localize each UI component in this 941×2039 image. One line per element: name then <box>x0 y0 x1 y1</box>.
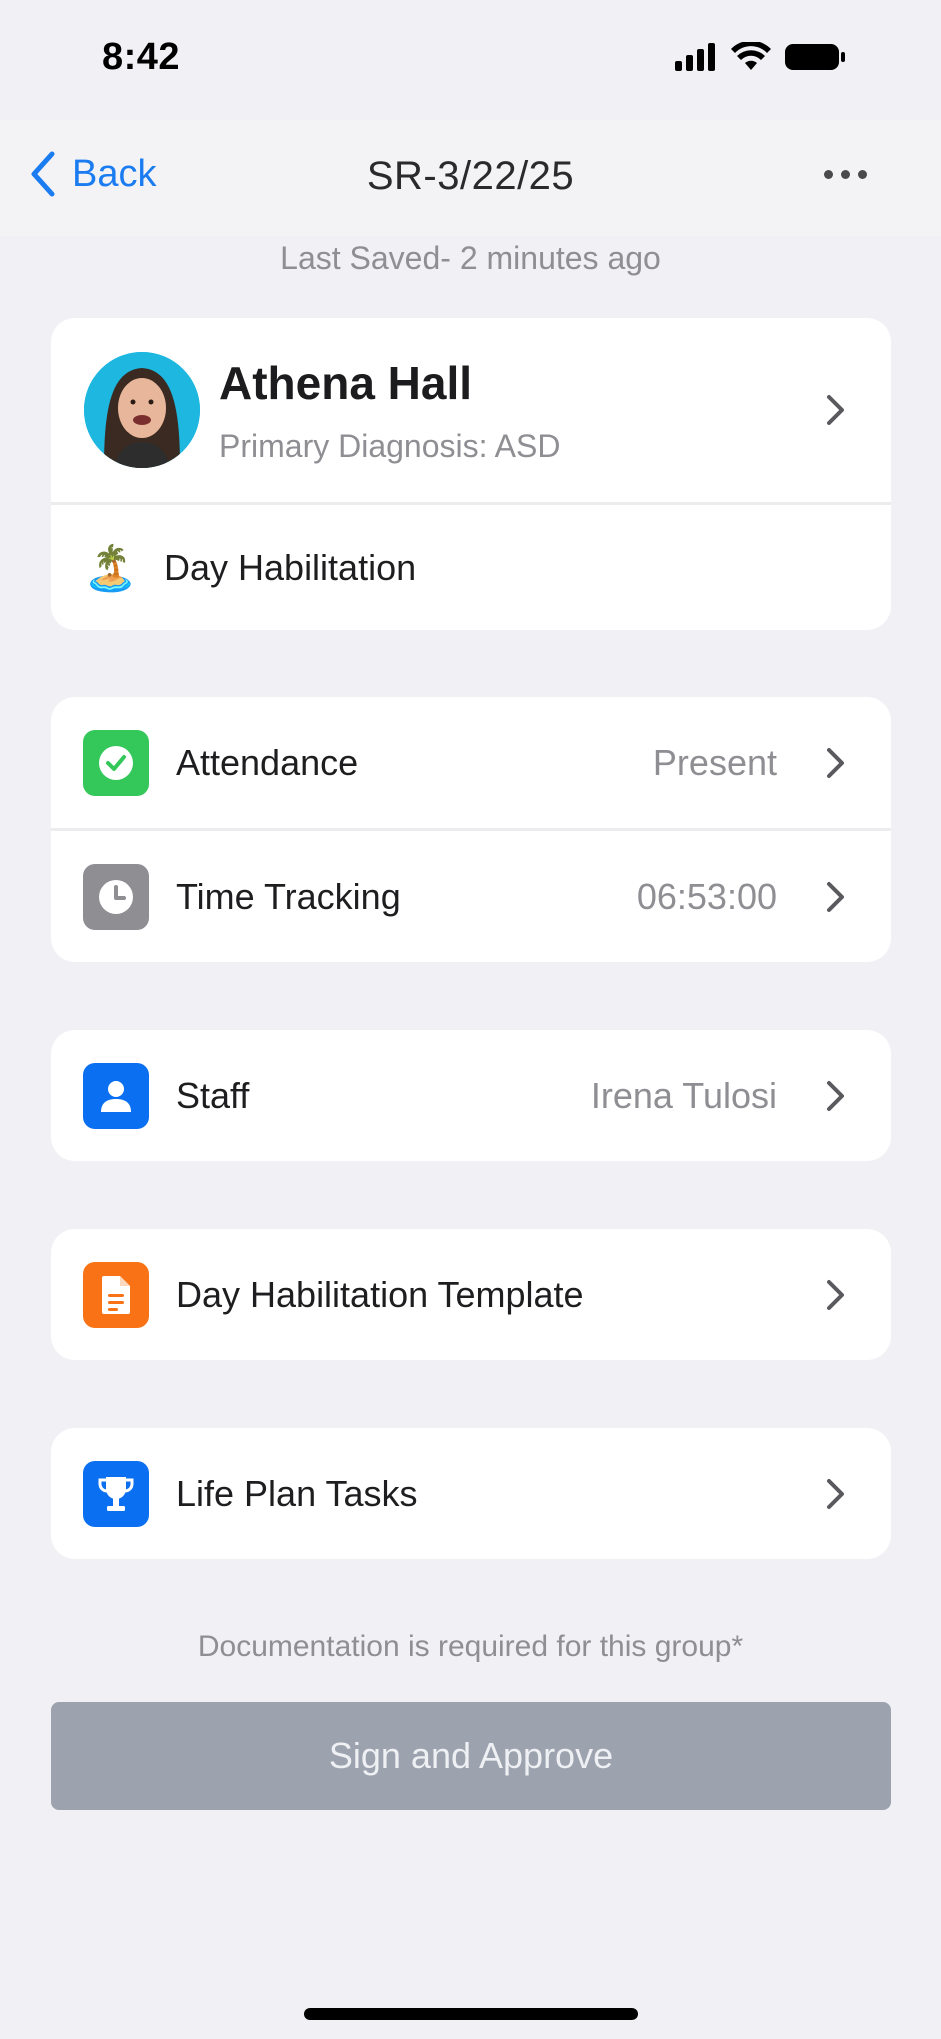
staff-card: Staff Irena Tulosi <box>51 1030 891 1161</box>
life-plan-row[interactable]: Life Plan Tasks <box>51 1428 891 1559</box>
program-row: 🏝️ Day Habilitation <box>51 505 891 630</box>
client-name: Athena Hall <box>219 357 473 409</box>
client-card: Athena Hall Primary Diagnosis: ASD 🏝️ Da… <box>51 318 891 630</box>
person-icon <box>83 1062 149 1129</box>
program-label: Day Habilitation <box>164 546 417 588</box>
battery-icon <box>785 44 845 70</box>
life-plan-label: Life Plan Tasks <box>176 1472 418 1514</box>
chevron-right-icon <box>827 1478 844 1509</box>
more-dot-icon <box>841 170 850 179</box>
more-dot-icon <box>824 170 833 179</box>
staff-label: Staff <box>176 1074 250 1116</box>
client-profile-row[interactable]: Athena Hall Primary Diagnosis: ASD <box>51 318 891 502</box>
life-plan-card: Life Plan Tasks <box>51 1428 891 1559</box>
time-tracking-value: 06:53:00 <box>636 875 777 917</box>
clock-icon <box>83 863 149 930</box>
chevron-right-icon <box>827 1080 844 1111</box>
status-bar: 8:42 <box>0 0 941 120</box>
status-icons <box>675 42 845 72</box>
attendance-value: Present <box>652 741 777 783</box>
page-title: SR-3/22/25 <box>366 154 575 198</box>
attendance-label: Attendance <box>176 741 359 783</box>
documentation-note: Documentation is required for this group… <box>197 1630 744 1663</box>
chevron-right-icon <box>827 1279 844 1310</box>
status-time: 8:42 <box>102 36 181 78</box>
time-tracking-label: Time Tracking <box>176 875 401 917</box>
signal-icon <box>675 43 715 71</box>
sign-and-approve-button[interactable]: Sign and Approve <box>51 1702 891 1810</box>
avatar-portrait <box>84 352 200 468</box>
trophy-icon <box>83 1460 149 1527</box>
more-dot-icon <box>858 170 867 179</box>
more-options-button[interactable] <box>824 170 867 179</box>
attendance-row[interactable]: Attendance Present <box>51 697 891 828</box>
wifi-icon <box>731 42 771 70</box>
staff-row[interactable]: Staff Irena Tulosi <box>51 1030 891 1161</box>
staff-value: Irena Tulosi <box>590 1074 777 1116</box>
last-saved-text: Last Saved- 2 minutes ago <box>280 240 661 276</box>
avatar <box>84 352 200 468</box>
check-icon <box>83 729 149 796</box>
time-tracking-row[interactable]: Time Tracking 06:53:00 <box>51 831 891 962</box>
template-label: Day Habilitation Template <box>176 1273 584 1315</box>
beach-umbrella-icon: 🏝️ <box>83 543 138 593</box>
client-diagnosis: Primary Diagnosis: ASD <box>219 428 561 464</box>
home-indicator[interactable] <box>304 2008 638 2020</box>
chevron-right-icon <box>827 747 844 778</box>
template-row[interactable]: Day Habilitation Template <box>51 1229 891 1360</box>
chevron-right-icon <box>827 395 844 425</box>
chevron-right-icon <box>827 881 844 912</box>
document-icon <box>83 1261 149 1328</box>
attendance-card: Attendance Present Time Tracking 06:53:0… <box>51 697 891 962</box>
template-card: Day Habilitation Template <box>51 1229 891 1360</box>
